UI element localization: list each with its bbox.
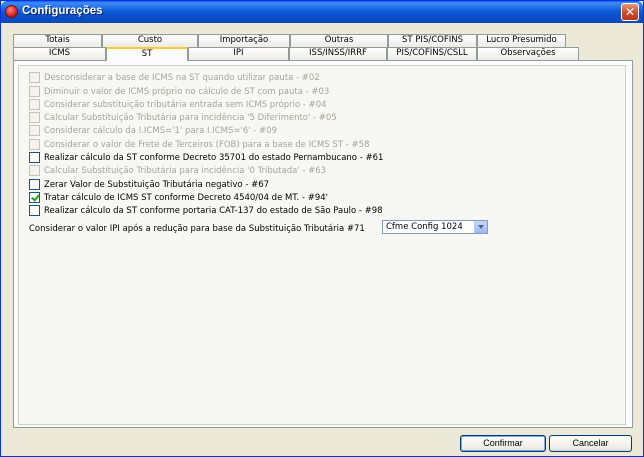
option-label: Tratar cálculo de ICMS ST conforme Decre…: [44, 192, 328, 203]
cancel-button[interactable]: Cancelar: [549, 435, 632, 452]
tab-importacao[interactable]: Importação: [198, 34, 290, 47]
confirm-button-label: Confirmar: [483, 438, 523, 448]
close-button[interactable]: ✕: [621, 3, 639, 21]
option-label: Calcular Substituição Tributária para in…: [44, 112, 337, 123]
option-label: Desconsiderar a base de ICMS na ST quand…: [44, 72, 320, 83]
tab-st-pis-cofins[interactable]: ST PIS/COFINS: [388, 34, 477, 47]
tab-iss-inss-irrf[interactable]: ISS/INSS/IRRF: [289, 47, 387, 60]
tab-totais[interactable]: Totais: [13, 34, 102, 47]
option-94[interactable]: Tratar cálculo de ICMS ST conforme Decre…: [29, 192, 328, 203]
ipi-config-value: Cfme Config 1024: [386, 222, 463, 232]
configuracoes-window: Configurações ✕ Totais Custo Importação …: [0, 0, 644, 457]
option-09[interactable]: Considerar cálculo da I.ICMS='1' para I.…: [29, 125, 277, 136]
option-63[interactable]: Calcular Substituição Tributária para in…: [29, 165, 326, 176]
checkbox[interactable]: [29, 99, 40, 110]
tab-ipi[interactable]: IPI: [188, 47, 289, 60]
tab-icms[interactable]: ICMS: [13, 47, 106, 60]
checkbox[interactable]: [29, 165, 40, 176]
option-label: Considerar substituição tributária entra…: [44, 99, 327, 110]
ipi-option-label: Considerar o valor IPI após a redução pa…: [29, 223, 365, 234]
option-label: Zerar Valor de Substituição Tributária n…: [44, 179, 270, 190]
option-04[interactable]: Considerar substituição tributária entra…: [29, 99, 327, 110]
option-label: Realizar cálculo da ST conforme Decreto …: [44, 152, 384, 163]
option-label: Calcular Substituição Tributária para in…: [44, 165, 327, 176]
title-bar[interactable]: Configurações ✕: [1, 1, 643, 23]
tab-outras[interactable]: Outras: [290, 34, 388, 47]
option-58[interactable]: Considerar o valor de Frete de Terceiros…: [29, 139, 369, 150]
tab-pis-cofins-csll[interactable]: PIS/COFINS/CSLL: [387, 47, 477, 60]
option-02[interactable]: Desconsiderar a base de ICMS na ST quand…: [29, 72, 320, 83]
confirm-button[interactable]: Confirmar: [460, 435, 546, 452]
option-label: Diminuir o valor de ICMS próprio no cálc…: [44, 86, 330, 97]
checkbox[interactable]: [29, 152, 40, 163]
tabs-row-1: Totais Custo Importação Outras ST PIS/CO…: [13, 34, 573, 47]
ipi-option-row: Considerar o valor IPI após a redução pa…: [29, 222, 365, 235]
option-label: Considerar cálculo da I.ICMS='1' para I.…: [44, 125, 277, 136]
option-98[interactable]: Realizar cálculo da ST conforme portaria…: [29, 205, 383, 216]
option-03[interactable]: Diminuir o valor de ICMS próprio no cálc…: [29, 86, 329, 97]
checkbox[interactable]: [29, 139, 40, 150]
tab-lucro-presumido[interactable]: Lucro Presumido: [477, 34, 566, 47]
option-label: Realizar cálculo da ST conforme portaria…: [44, 205, 383, 216]
checkbox[interactable]: [29, 86, 40, 97]
tabs-row-2: ICMS ST IPI ISS/INSS/IRRF PIS/COFINS/CSL…: [13, 47, 579, 61]
cancel-button-label: Cancelar: [572, 438, 609, 448]
checkbox[interactable]: [29, 192, 40, 203]
checkbox[interactable]: [29, 72, 40, 83]
option-61[interactable]: Realizar cálculo da ST conforme Decreto …: [29, 152, 383, 163]
ipi-config-select[interactable]: Cfme Config 1024: [382, 220, 488, 234]
tab-observacoes[interactable]: Observações: [477, 47, 579, 60]
option-05[interactable]: Calcular Substituição Tributária para in…: [29, 112, 337, 123]
checkbox[interactable]: [29, 125, 40, 136]
tab-st[interactable]: ST: [106, 47, 188, 61]
chevron-down-icon[interactable]: [474, 221, 487, 233]
close-icon: ✕: [624, 5, 636, 19]
checkbox[interactable]: [29, 112, 40, 123]
checkbox[interactable]: [29, 205, 40, 216]
app-icon: [5, 5, 18, 18]
tab-custo[interactable]: Custo: [102, 34, 198, 47]
option-67[interactable]: Zerar Valor de Substituição Tributária n…: [29, 179, 269, 190]
window-title: Configurações: [22, 5, 103, 17]
checkbox[interactable]: [29, 179, 40, 190]
option-label: Considerar o valor de Frete de Terceiros…: [44, 139, 370, 150]
